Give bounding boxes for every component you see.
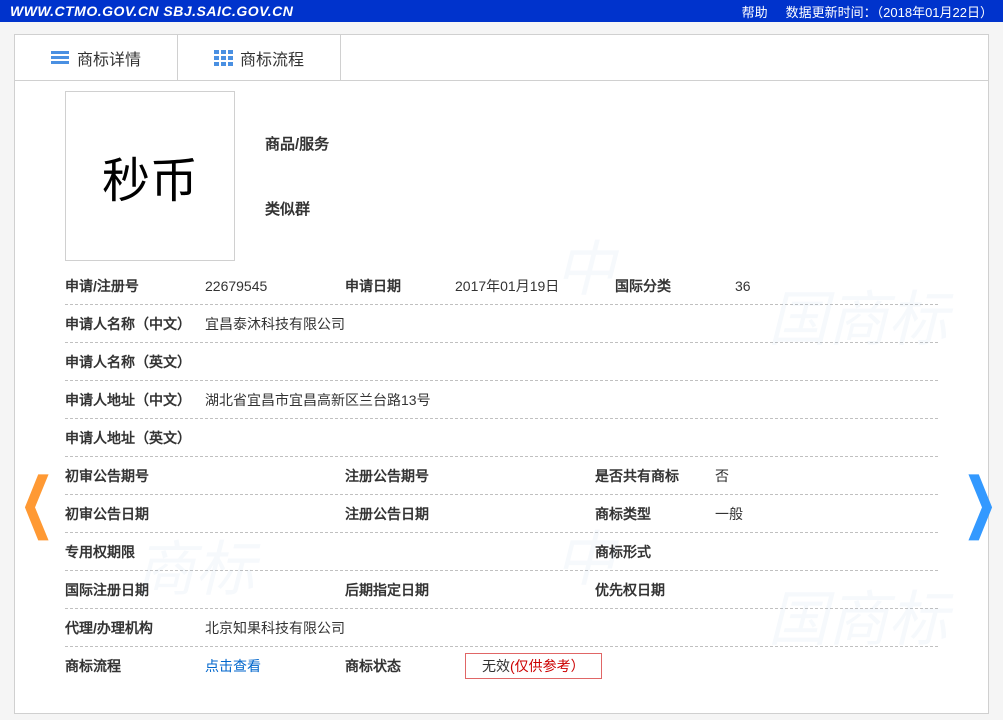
applicant-en-label: 申请人名称（英文） xyxy=(65,352,205,372)
intl-reg-date-label: 国际注册日期 xyxy=(65,580,345,600)
tab-details-label: 商标详情 xyxy=(77,46,141,70)
applicant-cn: 宜昌泰沐科技有限公司 xyxy=(205,314,938,334)
row-process-status: 商标流程 点击查看 商标状态 无效(仅供参考） xyxy=(65,647,938,685)
reg-ann-no-label: 注册公告期号 xyxy=(345,466,595,486)
help-link[interactable]: 帮助 xyxy=(742,2,768,21)
agent: 北京知果科技有限公司 xyxy=(205,618,938,638)
tm-form-label: 商标形式 xyxy=(595,542,725,562)
reg-no: 22679545 xyxy=(205,278,345,294)
row-intl-reg-date: 国际注册日期 后期指定日期 优先权日期 xyxy=(65,571,938,609)
content-wrap: 商标详情 商标流程 中 国商标 商标 中 国商标 秒币 商品/服务 类似群 xyxy=(0,22,1003,714)
excl-period-label: 专用权期限 xyxy=(65,542,595,562)
tab-details[interactable]: 商标详情 xyxy=(15,35,178,80)
priority-date-label: 优先权日期 xyxy=(595,580,725,600)
row-addr-cn: 申请人地址（中文） 湖北省宜昌市宜昌高新区兰台路13号 xyxy=(65,381,938,419)
list-icon xyxy=(51,51,69,65)
tabs: 商标详情 商标流程 xyxy=(15,35,988,81)
row-addr-en: 申请人地址（英文） xyxy=(65,419,938,457)
details-body: 中 国商标 商标 中 国商标 秒币 商品/服务 类似群 申请/注册号 22679… xyxy=(15,81,988,695)
update-time: 数据更新时间：（2018年01月22日） xyxy=(786,2,993,21)
app-date-label: 申请日期 xyxy=(345,276,455,296)
shared: 否 xyxy=(715,466,845,486)
site-url: WWW.CTMO.GOV.CN SBJ.SAIC.GOV.CN xyxy=(10,3,293,19)
status-value: 无效(仅供参考） xyxy=(465,653,602,679)
grid-icon xyxy=(214,50,232,66)
app-date: 2017年01月19日 xyxy=(455,276,615,296)
tab-process[interactable]: 商标流程 xyxy=(178,35,341,80)
row-excl-period: 专用权期限 商标形式 xyxy=(65,533,938,571)
trademark-image-box: 秒币 xyxy=(65,91,235,261)
intl-class-label: 国际分类 xyxy=(615,276,735,296)
tm-type-label: 商标类型 xyxy=(595,504,715,524)
row-prelim-no: 初审公告期号 注册公告期号 是否共有商标 否 xyxy=(65,457,938,495)
tab-process-label: 商标流程 xyxy=(240,46,304,70)
addr-cn: 湖北省宜昌市宜昌高新区兰台路13号 xyxy=(205,390,938,410)
row-prelim-date: 初审公告日期 注册公告日期 商标类型 一般 xyxy=(65,495,938,533)
row-reg-no: 申请/注册号 22679545 申请日期 2017年01月19日 国际分类 36 xyxy=(65,267,938,305)
panel: 商标详情 商标流程 中 国商标 商标 中 国商标 秒币 商品/服务 类似群 xyxy=(14,34,989,714)
header-bar: WWW.CTMO.GOV.CN SBJ.SAIC.GOV.CN 帮助 数据更新时… xyxy=(0,0,1003,22)
status-box: 无效(仅供参考） xyxy=(465,653,602,679)
header-right: 帮助 数据更新时间：（2018年01月22日） xyxy=(742,2,993,21)
row-applicant-en: 申请人名称（英文） xyxy=(65,343,938,381)
addr-cn-label: 申请人地址（中文） xyxy=(65,390,205,410)
later-date-label: 后期指定日期 xyxy=(345,580,595,600)
status-label: 商标状态 xyxy=(345,656,465,676)
applicant-cn-label: 申请人名称（中文） xyxy=(65,314,205,334)
addr-en-label: 申请人地址（英文） xyxy=(65,428,205,448)
tm-type: 一般 xyxy=(715,504,845,524)
process-row-label: 商标流程 xyxy=(65,656,205,676)
intl-class: 36 xyxy=(735,278,865,294)
row-agent: 代理/办理机构 北京知果科技有限公司 xyxy=(65,609,938,647)
top-block: 秒币 商品/服务 类似群 xyxy=(65,91,938,261)
similar-group-label: 类似群 xyxy=(265,198,329,219)
goods-services-label: 商品/服务 xyxy=(265,133,329,154)
row-applicant-cn: 申请人名称（中文） 宜昌泰沐科技有限公司 xyxy=(65,305,938,343)
prelim-no-label: 初审公告期号 xyxy=(65,466,345,486)
reg-no-label: 申请/注册号 xyxy=(65,276,205,296)
top-right: 商品/服务 类似群 xyxy=(265,91,329,261)
reg-ann-date-label: 注册公告日期 xyxy=(345,504,595,524)
process-view-link[interactable]: 点击查看 xyxy=(205,656,345,676)
prelim-date-label: 初审公告日期 xyxy=(65,504,345,524)
shared-label: 是否共有商标 xyxy=(595,466,715,486)
agent-label: 代理/办理机构 xyxy=(65,618,205,638)
trademark-image-text: 秒币 xyxy=(102,141,198,211)
